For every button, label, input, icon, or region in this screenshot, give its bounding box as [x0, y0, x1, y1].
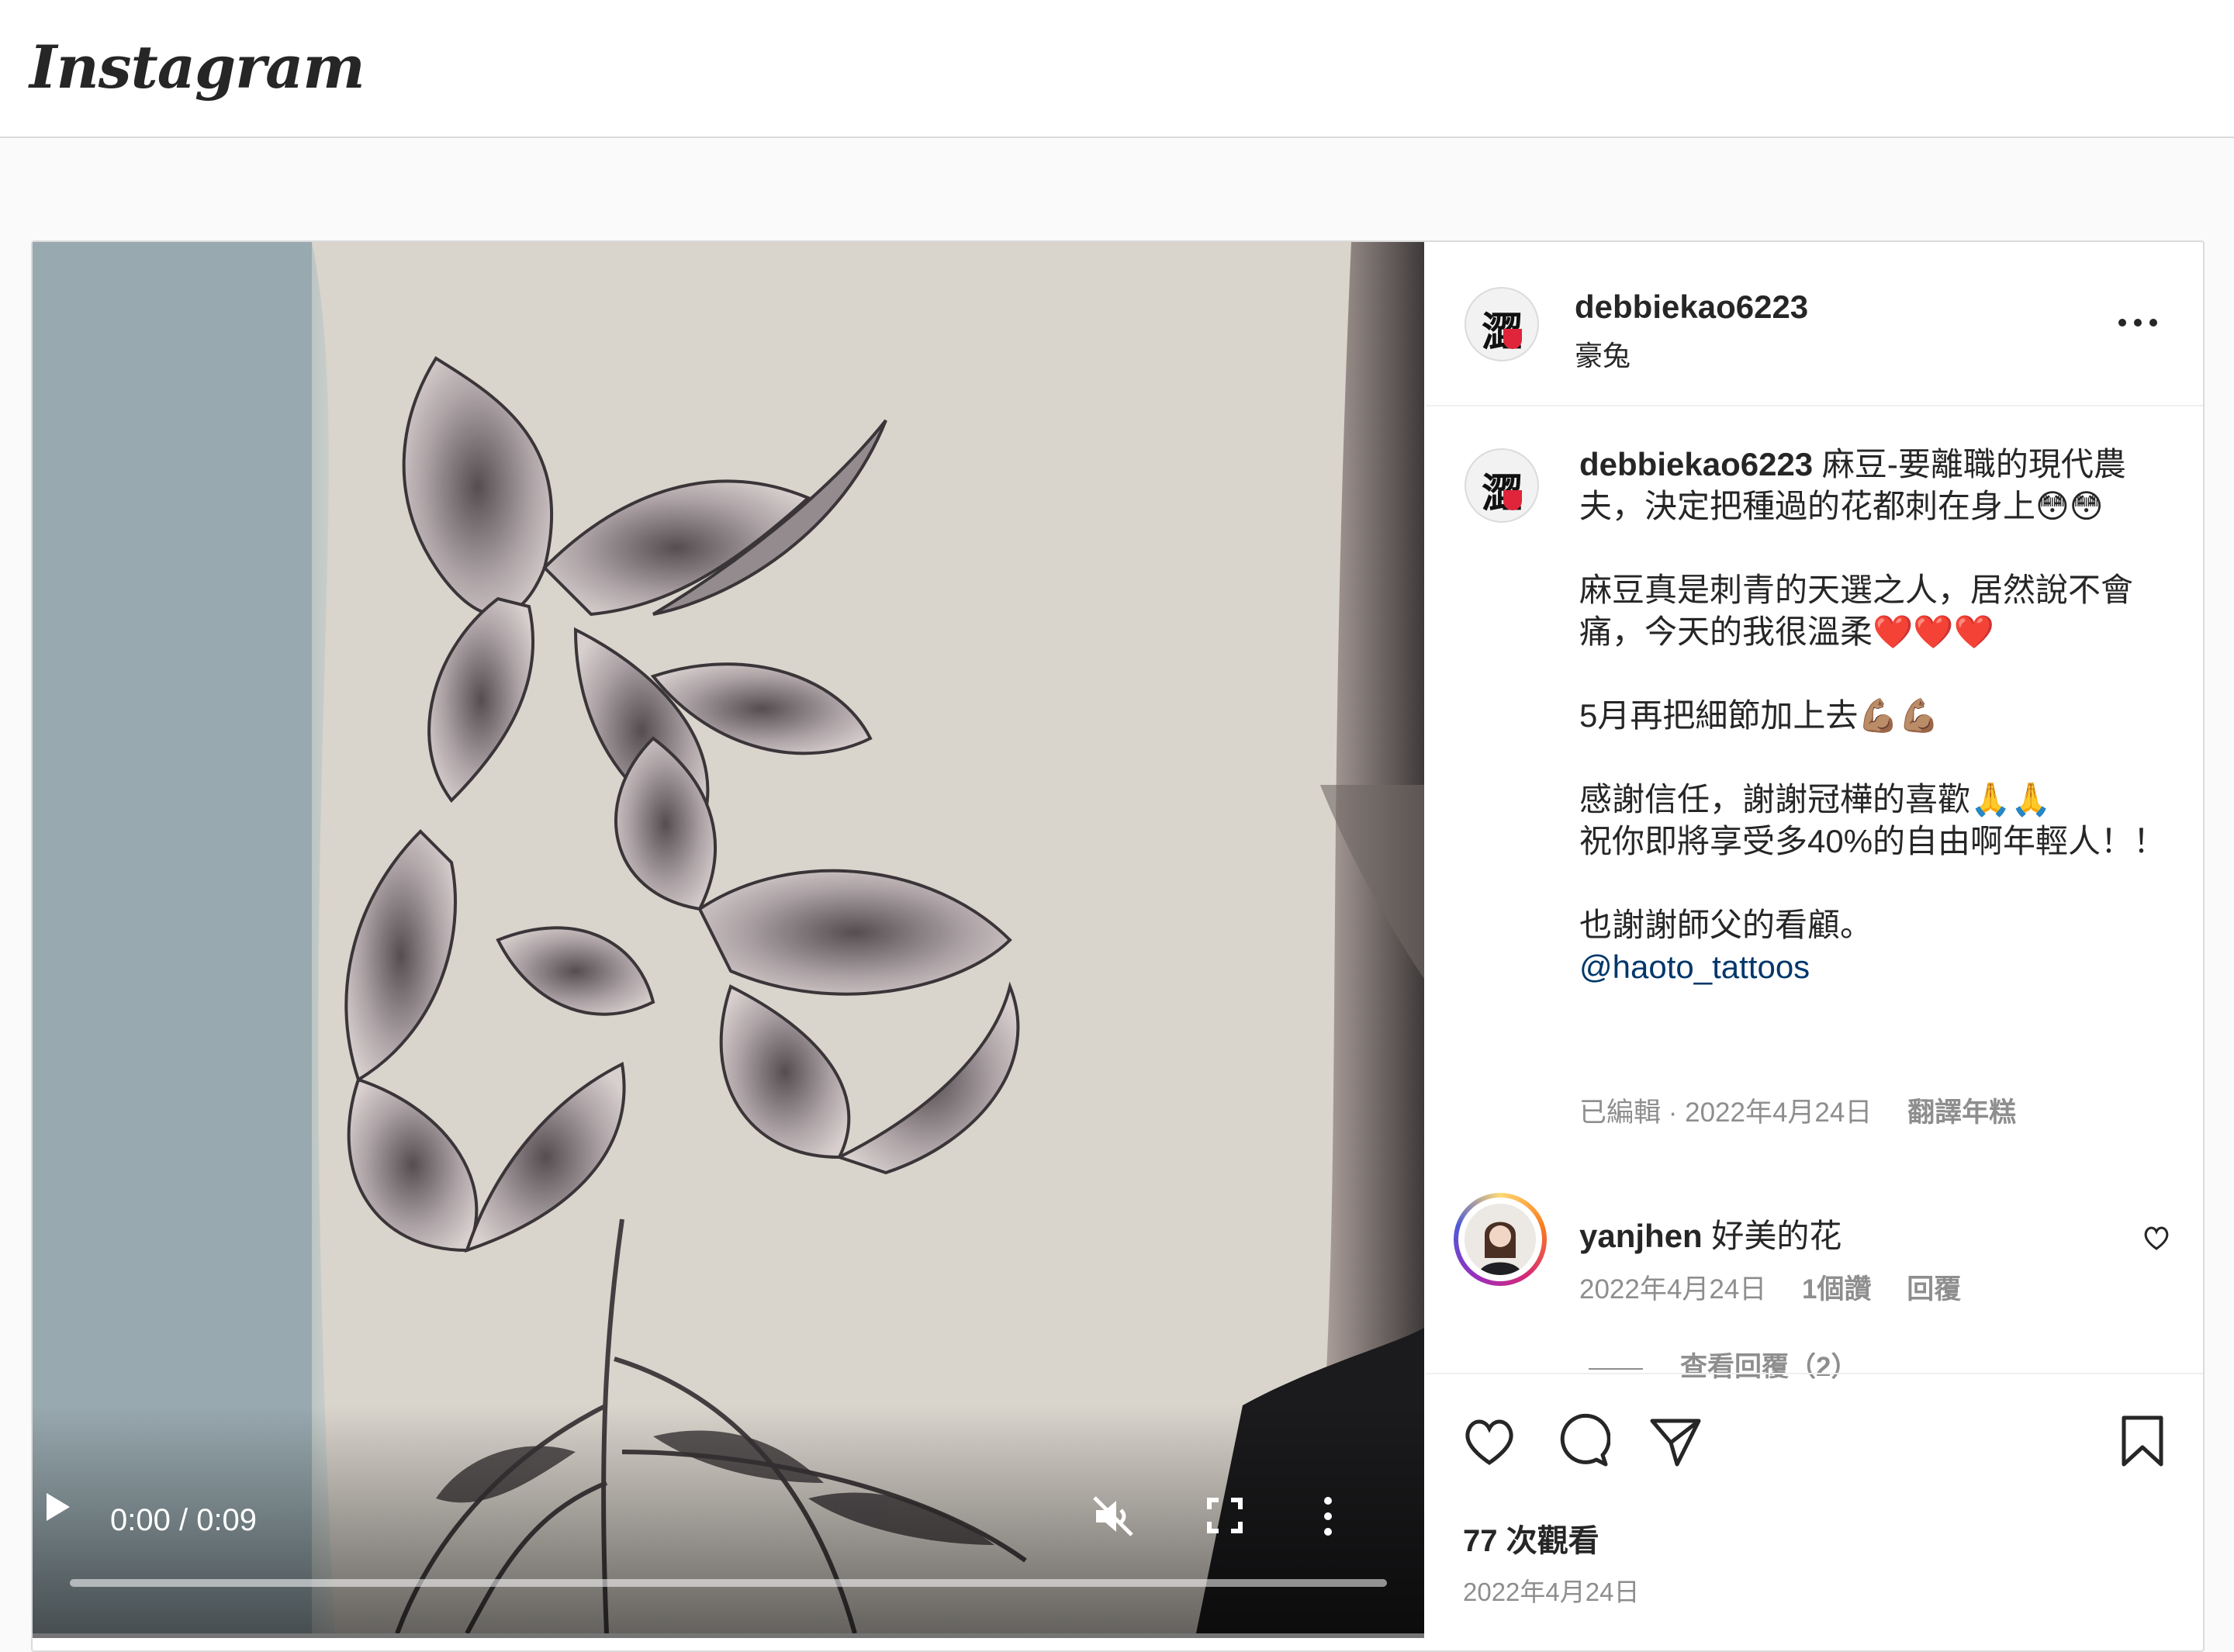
post-header: 澀 debbiekao6223 豪兔: [1426, 242, 2203, 406]
story-ring[interactable]: [1454, 1193, 1547, 1286]
comment-date: 2022年4月24日: [1579, 1274, 1767, 1305]
person-photo-icon: [1465, 1204, 1536, 1275]
caption-mention-link[interactable]: @haoto_tattoos: [1579, 949, 1810, 985]
comment-meta: 2022年4月24日 1個讚 回覆: [1579, 1267, 1961, 1307]
fullscreen-icon[interactable]: [1206, 1497, 1243, 1534]
caption-author-avatar[interactable]: 澀: [1465, 448, 1539, 523]
caption-meta: 已編輯 · 2022年4月24日 翻譯年糕: [1579, 1090, 2016, 1130]
more-vertical-icon[interactable]: [1319, 1493, 1337, 1540]
see-translation-button[interactable]: 翻譯年糕: [1907, 1097, 2016, 1128]
comment-like-heart-icon[interactable]: [2142, 1224, 2170, 1252]
bookmark-icon[interactable]: [2115, 1413, 2170, 1469]
author-subtitle[interactable]: 豪兔: [1575, 334, 1631, 374]
comment-bubble-icon[interactable]: [1554, 1413, 1610, 1469]
avatar-glyph-icon: 澀: [1481, 472, 1522, 517]
heart-icon[interactable]: [1461, 1413, 1517, 1469]
author-avatar[interactable]: 澀: [1465, 287, 1539, 361]
muted-speaker-icon[interactable]: [1090, 1493, 1136, 1540]
avatar-glyph-icon: 澀: [1481, 310, 1522, 355]
view-count[interactable]: 77 次觀看: [1463, 1515, 1599, 1560]
caption-body: 麻豆-要離職的現代農夫，決定把種過的花都刺在身上😳😳 麻豆真是刺青的天選之人，居…: [1579, 446, 2167, 943]
comment-text: yanjhen 好美的花: [1579, 1210, 1841, 1257]
author-username[interactable]: debbiekao6223: [1575, 289, 1808, 326]
post-date[interactable]: 2022年4月24日: [1463, 1571, 1639, 1609]
commenter-avatar[interactable]: [1465, 1204, 1536, 1275]
video-time: 0:00 / 0:09: [110, 1503, 258, 1537]
instagram-logo[interactable]: Instagram: [29, 33, 365, 102]
comment-body: 好美的花: [1711, 1218, 1842, 1254]
play-icon[interactable]: [43, 1491, 71, 1522]
caption-username[interactable]: debbiekao6223: [1579, 446, 1813, 482]
video-progress-bar[interactable]: [70, 1579, 1387, 1587]
top-navigation-bar: Instagram: [0, 0, 2234, 138]
avatar-tongue-icon: [1503, 489, 1522, 510]
comment-likes[interactable]: 1個讚: [1802, 1274, 1871, 1305]
caption-text: debbiekao6223 麻豆-要離職的現代農夫，決定把種過的花都刺在身上😳😳…: [1579, 444, 2169, 988]
paper-plane-icon[interactable]: [1648, 1413, 1703, 1469]
avatar-tongue-icon: [1503, 328, 1522, 349]
comment-item: yanjhen 好美的花 2022年4月24日 1個讚 回覆 查看回覆（2）: [1426, 1170, 2203, 1382]
caption-edited-date: 已編輯 · 2022年4月24日: [1579, 1097, 1873, 1128]
comment-reply-button[interactable]: 回覆: [1907, 1274, 1961, 1305]
post-side-panel: 澀 debbiekao6223 豪兔 澀 debbiekao6223 麻豆-要離…: [1426, 242, 2203, 1650]
more-horizontal-icon[interactable]: [2115, 315, 2161, 330]
post-actions: 77 次觀看 2022年4月24日: [1426, 1373, 2203, 1652]
replies-divider-line: [1589, 1367, 1643, 1370]
commenter-username[interactable]: yanjhen: [1579, 1218, 1703, 1254]
